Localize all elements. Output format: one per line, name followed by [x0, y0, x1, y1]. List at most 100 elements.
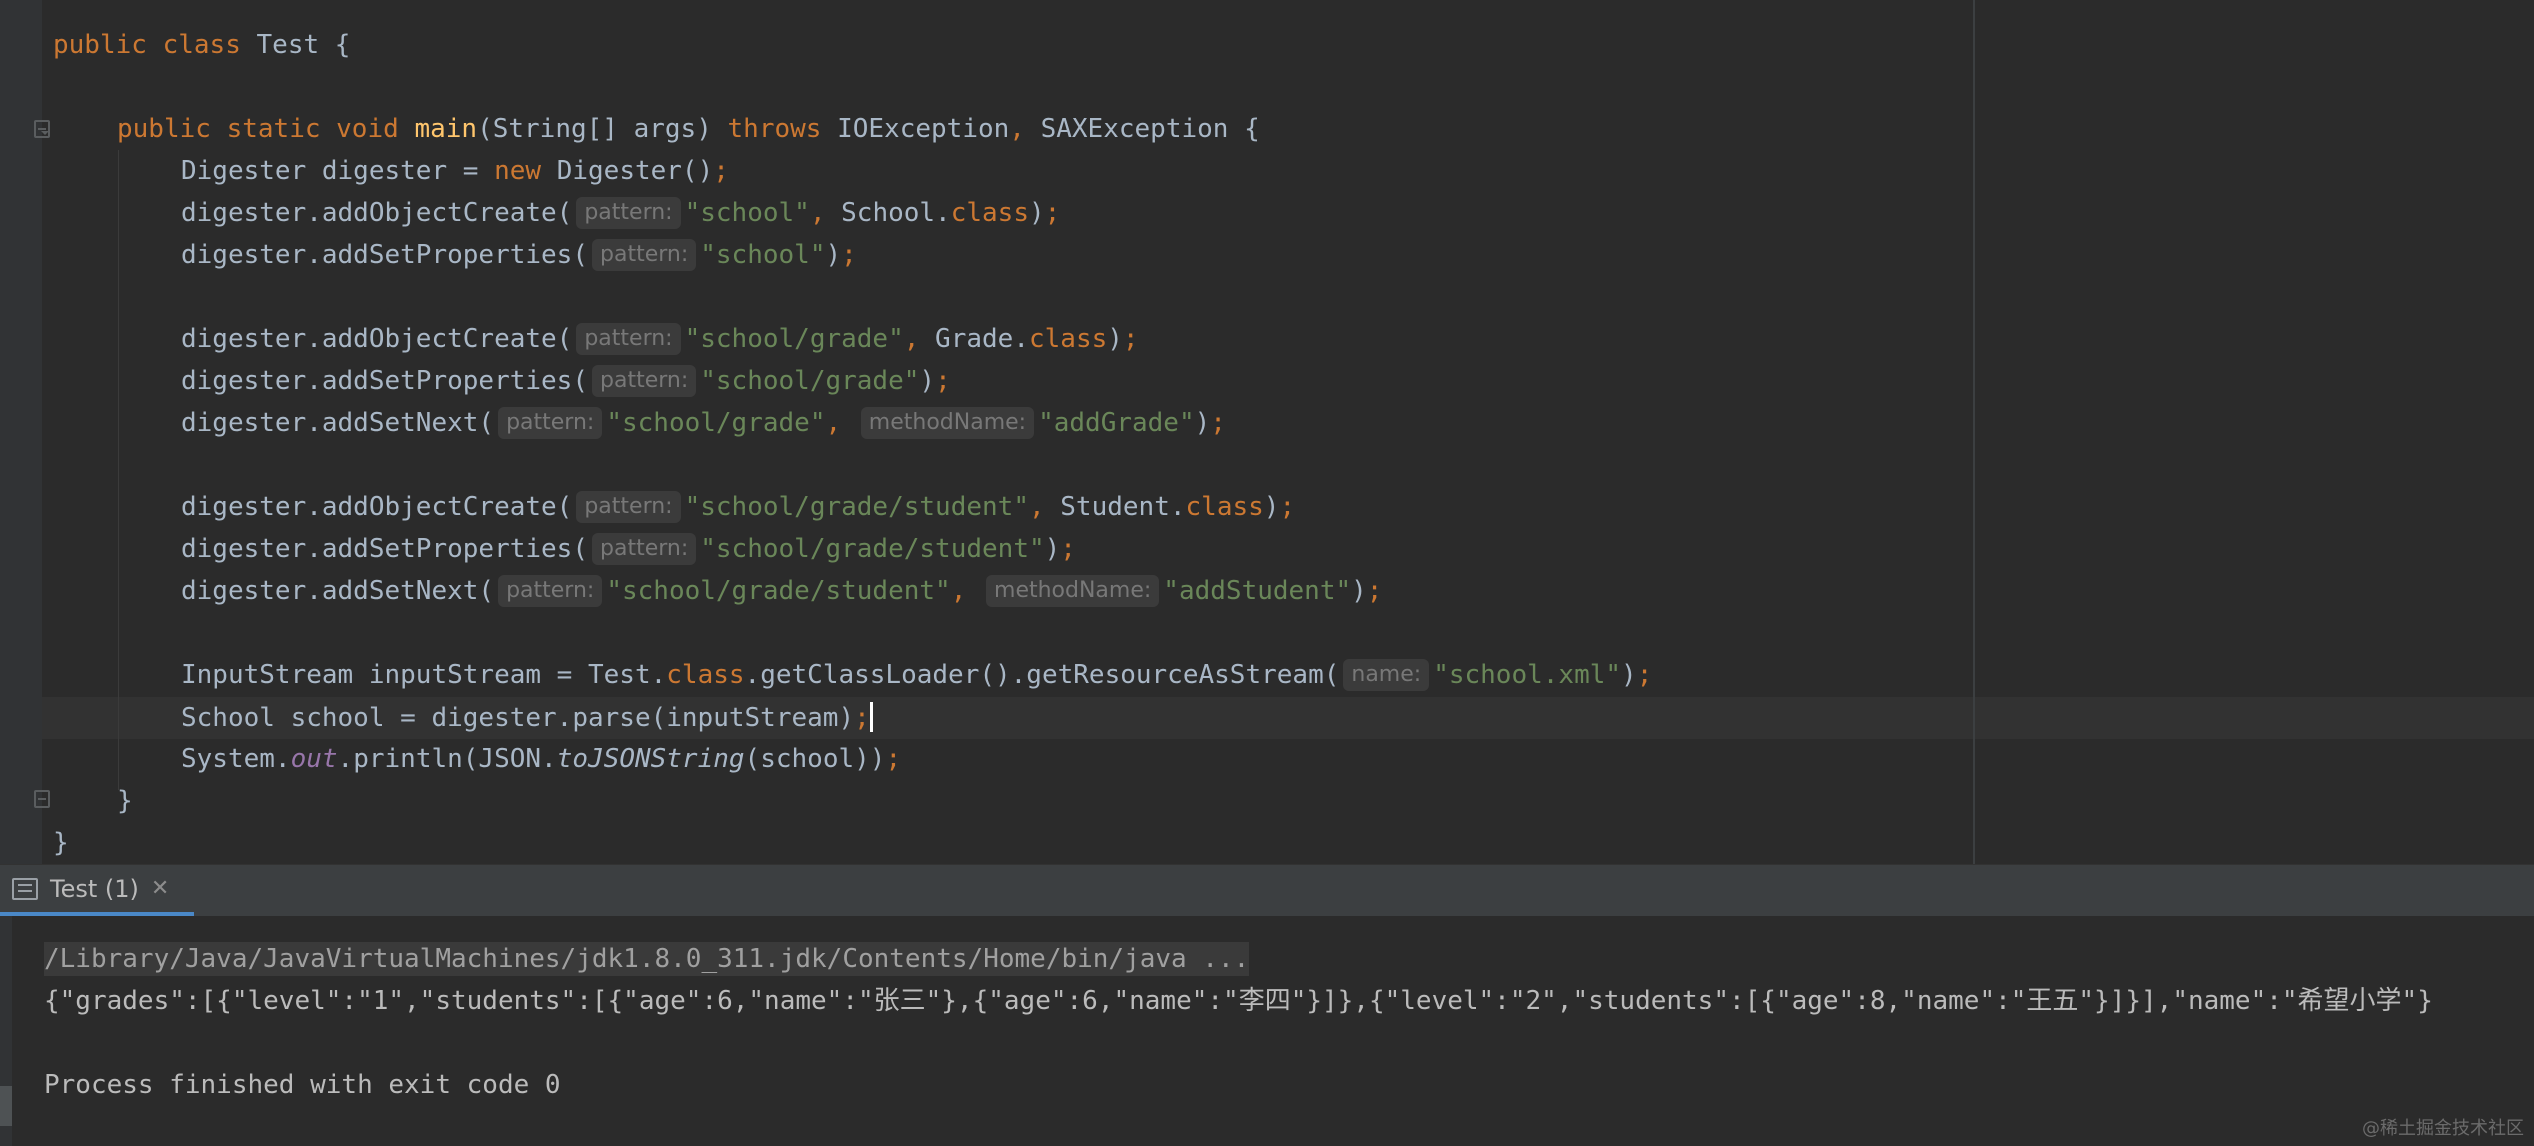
keyword: class — [950, 198, 1029, 228]
code-text: Grade. — [919, 324, 1029, 354]
code-line-16[interactable]: InputStream inputStream = Test.class.get… — [181, 654, 1652, 696]
code-text: ) — [1194, 408, 1211, 438]
code-text: (school)) — [744, 744, 886, 774]
string-literal: "addStudent" — [1163, 576, 1352, 606]
code-text: Student. — [1044, 492, 1186, 522]
console-output[interactable]: /Library/Java/JavaVirtualMachines/jdk1.8… — [0, 916, 2534, 1146]
code-text: digester.addSetProperties( — [181, 534, 588, 564]
code-line-17[interactable]: School school = digester.parse(inputStre… — [181, 697, 873, 739]
java-command-path[interactable]: /Library/Java/JavaVirtualMachines/jdk1.8… — [44, 942, 1250, 976]
code-line-5[interactable]: digester.addObjectCreate(pattern: "school… — [181, 192, 1060, 234]
string-literal: "school/grade/student" — [684, 492, 1029, 522]
parameter-hint: pattern: — [576, 491, 681, 523]
indent-guide — [118, 150, 119, 790]
punctuation: , — [809, 198, 826, 228]
string-literal: "school/grade" — [606, 408, 826, 438]
punctuation: ; — [841, 240, 857, 270]
code-text: School school = digester.parse(inputStre… — [181, 703, 855, 733]
parameter-hint: pattern: — [576, 323, 681, 355]
keyword: static — [226, 114, 321, 144]
fold-end-icon[interactable] — [34, 790, 50, 808]
run-tool-window-header: Test (1) ✕ — [0, 864, 2534, 917]
string-literal: "school/grade/student" — [606, 576, 951, 606]
string-literal: "school.xml" — [1433, 660, 1622, 690]
fold-main-method-icon[interactable] — [34, 120, 50, 138]
console-line-exit: Process finished with exit code 0 — [44, 1064, 561, 1106]
code-text: ) — [1351, 576, 1367, 606]
console-gutter — [0, 916, 12, 1146]
watermark: @稀土掘金技术社区 — [2362, 1118, 2524, 1139]
code-text: digester.addObjectCreate( — [181, 324, 573, 354]
parameter-hint: pattern: — [592, 239, 697, 271]
code-line-4[interactable]: Digester digester = new Digester(); — [181, 150, 729, 192]
code-text: IOException — [821, 114, 1010, 144]
punctuation: , — [1009, 114, 1025, 144]
code-line-10[interactable]: digester.addSetNext(pattern: "school/grad… — [181, 402, 1226, 444]
exit-message: Process finished with exit code 0 — [44, 1070, 561, 1100]
punctuation: , — [950, 576, 967, 606]
punctuation: ; — [1210, 408, 1226, 438]
punctuation: ; — [1044, 198, 1061, 228]
code-text: SAXException { — [1024, 114, 1260, 144]
code-line-1[interactable]: public class Test { — [53, 24, 350, 66]
code-text: ) — [825, 240, 842, 270]
code-line-6[interactable]: digester.addSetProperties(pattern: "schoo… — [181, 234, 857, 276]
string-literal: "school/grade" — [700, 366, 920, 396]
code-text: digester.addObjectCreate( — [181, 198, 573, 228]
punctuation: ; — [1366, 576, 1383, 606]
code-text: { — [319, 30, 351, 60]
punctuation: ; — [1636, 660, 1653, 690]
parameter-hint: pattern: — [592, 365, 697, 397]
string-literal: "addGrade" — [1038, 408, 1195, 438]
code-line-3[interactable]: public static void main(String[] args) t… — [117, 108, 1260, 150]
keyword: class — [666, 660, 745, 690]
json-output: {"grades":[{"level":"1","students":[{"ag… — [44, 986, 2433, 1016]
code-line-9[interactable]: digester.addSetProperties(pattern: "schoo… — [181, 360, 951, 402]
code-text: digester.addSetProperties( — [181, 240, 588, 270]
run-tab-label: Test (1) — [50, 874, 139, 903]
static-method: toJSONString — [556, 744, 745, 774]
keyword: class — [1028, 324, 1108, 354]
code-text: digester.addSetNext( — [181, 408, 495, 438]
keyword: public — [117, 114, 211, 144]
string-literal: "school/grade" — [684, 324, 904, 354]
punctuation: ; — [1279, 492, 1296, 522]
string-literal: "school/grade/student" — [700, 534, 1045, 564]
code-line-14[interactable]: digester.addSetNext(pattern: "school/grad… — [181, 570, 1382, 612]
code-text: ) — [1029, 198, 1045, 228]
code-line-18[interactable]: System.out.println(JSON.toJSONString(sch… — [181, 738, 901, 780]
parameter-hint: methodName: — [986, 575, 1160, 607]
parameter-hint: name: — [1343, 659, 1430, 691]
close-icon[interactable]: ✕ — [151, 876, 169, 901]
run-tab-test[interactable]: Test (1) ✕ — [0, 865, 194, 917]
code-text: ) — [1263, 492, 1280, 522]
code-line-8[interactable]: digester.addObjectCreate(pattern: "school… — [181, 318, 1139, 360]
punctuation: ; — [885, 744, 902, 774]
static-field: out — [290, 744, 338, 774]
code-text: digester.addSetNext( — [181, 576, 495, 606]
class-name: Test — [256, 30, 320, 60]
code-text: InputStream inputStream = Test. — [181, 660, 667, 690]
code-editor[interactable]: public class Test { public static void m… — [0, 0, 2534, 864]
string-literal: "school" — [700, 240, 826, 270]
code-line-12[interactable]: digester.addObjectCreate(pattern: "school… — [181, 486, 1295, 528]
parameter-hint: pattern: — [592, 533, 697, 565]
keyword: class — [162, 30, 241, 60]
code-text: Digester() — [541, 156, 714, 186]
keyword: new — [494, 156, 542, 186]
code-line-19[interactable]: } — [117, 780, 133, 822]
scroll-marker — [0, 1086, 12, 1126]
parameter-hint: pattern: — [576, 197, 681, 229]
punctuation: ; — [935, 366, 951, 396]
punctuation: ; — [713, 156, 729, 186]
code-line-20[interactable]: } — [53, 822, 69, 864]
code-line-13[interactable]: digester.addSetProperties(pattern: "schoo… — [181, 528, 1076, 570]
console-line-json: {"grades":[{"level":"1","students":[{"ag… — [44, 980, 2433, 1022]
text-cursor — [869, 702, 873, 732]
code-text: } — [53, 828, 69, 858]
console-line-command[interactable]: /Library/Java/JavaVirtualMachines/jdk1.8… — [44, 938, 1250, 980]
code-text: .println(JSON. — [337, 744, 557, 774]
code-text: System. — [181, 744, 291, 774]
code-text: ) — [1107, 324, 1123, 354]
code-text: } — [117, 786, 133, 816]
